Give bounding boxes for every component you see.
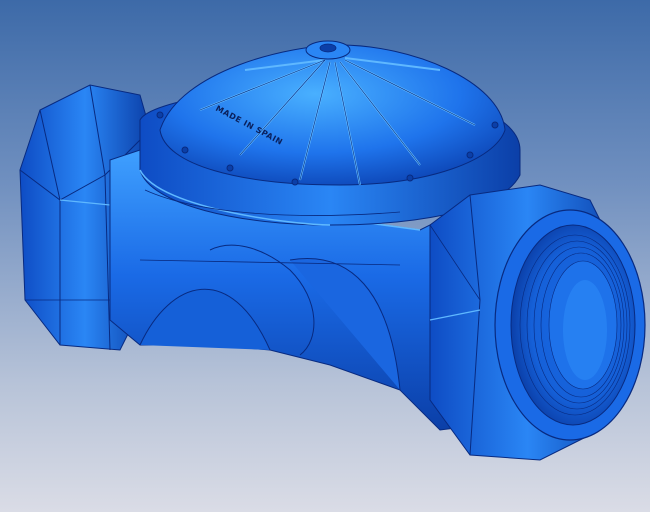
right-port-opening	[494, 209, 646, 441]
render-viewport: MADE IN SPAIN	[0, 0, 650, 512]
bonnet-dome: MADE IN SPAIN	[156, 40, 506, 186]
valve-render: MADE IN SPAIN	[19, 40, 646, 461]
